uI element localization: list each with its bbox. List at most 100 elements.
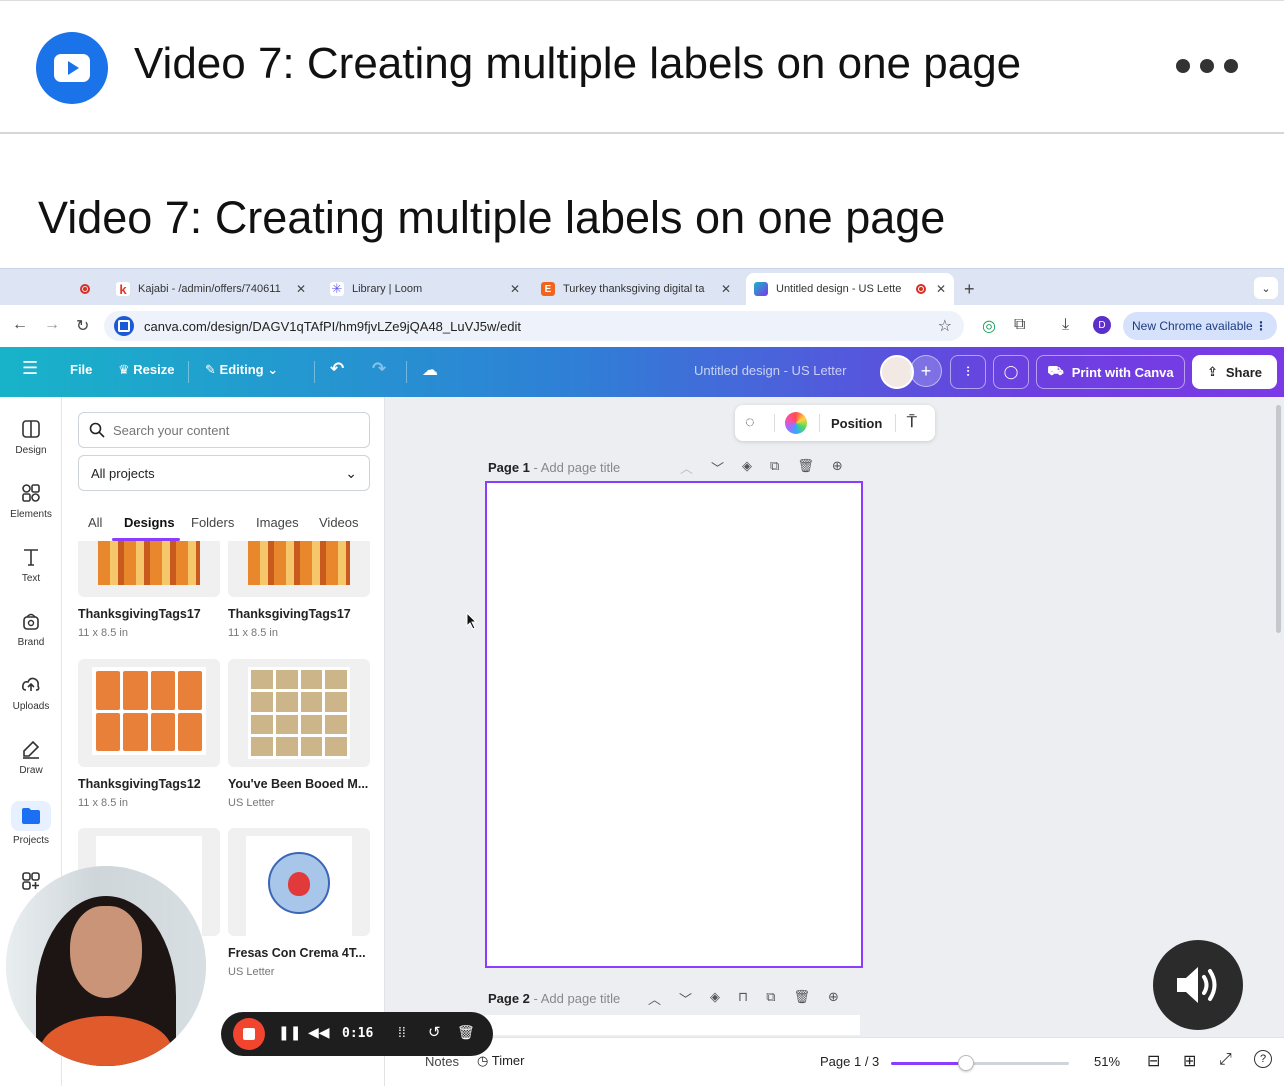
kebab-menu-icon[interactable]: ⋮ <box>1255 319 1267 333</box>
project-filter-select[interactable]: All projects ⌄ <box>78 455 370 491</box>
chevron-up-icon[interactable]: ︿ <box>648 989 661 1008</box>
canvas-scrollbar[interactable] <box>1276 405 1281 633</box>
restart-icon[interactable]: ↺ <box>428 1023 441 1041</box>
resize-button[interactable]: ♛ Resize <box>118 362 174 378</box>
thumbnails-icon[interactable]: ⊞ <box>1183 1051 1196 1071</box>
design-card[interactable]: Fresas Con Crema 4T... US Letter <box>228 828 370 978</box>
file-menu[interactable]: File <box>70 362 92 377</box>
tab-folders[interactable]: Folders <box>191 515 234 530</box>
puzzle-icon[interactable]: ⧉ <box>1014 316 1025 334</box>
close-icon[interactable]: ✕ <box>510 282 520 296</box>
design-card[interactable]: You've Been Booed M... US Letter <box>228 659 370 809</box>
cloud-saved-icon[interactable]: ☁ <box>422 360 438 380</box>
add-page-icon[interactable]: ⊕ <box>828 989 839 1008</box>
tab-images[interactable]: Images <box>256 515 299 530</box>
tab-canva[interactable]: Untitled design - US Lette ✕ <box>746 273 954 305</box>
chrome-update-button[interactable]: New Chrome available ⋮ <box>1123 312 1277 340</box>
rail-text[interactable]: Text <box>0 547 62 584</box>
tab-bar: k Kajabi - /admin/offers/740611 ✕ ✳ Libr… <box>0 269 1284 305</box>
more-horizontal-icon[interactable] <box>1176 59 1238 73</box>
design-thumbnail <box>78 541 220 597</box>
close-icon[interactable]: ✕ <box>296 282 306 296</box>
trash-icon[interactable]: 🗑 <box>793 989 810 1008</box>
comment-icon[interactable]: ◯ <box>993 355 1029 389</box>
color-wheel-icon[interactable] <box>785 412 807 434</box>
collaborator-avatar[interactable] <box>880 355 914 389</box>
duplicate-icon[interactable]: ⧉ <box>770 458 779 477</box>
notes-button[interactable]: Notes <box>425 1054 459 1069</box>
redo-icon[interactable]: ↷ <box>372 359 386 379</box>
rail-elements[interactable]: Elements <box>0 483 62 520</box>
share-button[interactable]: ⇪ Share <box>1192 355 1277 389</box>
rewind-icon[interactable]: ◀◀ <box>308 1024 330 1041</box>
trash-icon[interactable]: 🗑 <box>797 458 814 477</box>
fullscreen-icon[interactable]: ⤢ <box>1219 1051 1232 1069</box>
tab-etsy[interactable]: E Turkey thanksgiving digital ta ✕ <box>541 275 735 303</box>
timer-button[interactable]: ◷ Timer <box>477 1053 524 1069</box>
hide-icon[interactable]: ◈ <box>742 458 752 477</box>
page-indicator[interactable]: Page 1 / 3 <box>820 1054 879 1069</box>
search-input[interactable] <box>113 422 353 438</box>
search-box[interactable] <box>78 412 370 448</box>
zoom-slider-handle[interactable] <box>957 1055 974 1071</box>
add-page-icon[interactable]: ⊕ <box>832 458 843 477</box>
chevron-down-icon[interactable]: ﹀ <box>679 989 692 1008</box>
hide-icon[interactable]: ◈ <box>710 989 720 1008</box>
tab-kajabi[interactable]: k Kajabi - /admin/offers/740611 ✕ <box>116 275 311 303</box>
chevron-down-icon[interactable]: ⌄ <box>1254 277 1278 299</box>
duplicate-icon[interactable]: ⧉ <box>766 989 775 1008</box>
rail-brand[interactable]: Brand <box>0 611 62 648</box>
undo-icon[interactable]: ↶ <box>330 359 344 379</box>
design-card[interactable]: ThanksgivingTags17 11 x 8.5 in <box>228 541 370 639</box>
new-tab-icon[interactable]: + <box>964 275 975 303</box>
url-field[interactable]: canva.com/design/DAGV1qTAfPI/hm9fjvLZe9j… <box>104 311 964 341</box>
zoom-slider[interactable] <box>891 1055 1069 1071</box>
tab-videos[interactable]: Videos <box>319 515 359 530</box>
rail-draw[interactable]: Draw <box>0 739 62 776</box>
page-2-header[interactable]: Page 2 - Add page title <box>488 991 620 1006</box>
chevron-down-icon[interactable]: ﹀ <box>711 458 724 477</box>
back-icon[interactable]: ← <box>12 316 28 334</box>
stop-recording-button[interactable] <box>233 1018 265 1050</box>
print-with-canva-button[interactable]: ⛟ Print with Canva <box>1036 355 1185 389</box>
design-card[interactable]: ThanksgivingTags17 11 x 8.5 in <box>78 541 220 639</box>
lock-icon[interactable]: ⊓ <box>738 989 748 1008</box>
pause-icon[interactable]: ❚❚ <box>278 1024 301 1041</box>
comment-add-icon[interactable]: ◌ <box>745 414 755 432</box>
editing-mode-button[interactable]: ✎ Editing ⌄ <box>205 362 278 378</box>
drag-handle-icon[interactable]: ⁞⁞ <box>398 1024 406 1040</box>
trash-icon[interactable]: 🗑 <box>457 1024 475 1041</box>
close-icon[interactable]: ✕ <box>936 282 946 296</box>
chevron-up-icon[interactable]: ︿ <box>680 458 693 477</box>
volume-button[interactable] <box>1153 940 1243 1030</box>
design-title[interactable]: Untitled design - US Letter <box>694 363 846 378</box>
webcam-bubble[interactable] <box>6 866 206 1066</box>
rail-uploads[interactable]: Uploads <box>0 675 62 712</box>
bookmark-star-icon[interactable]: ☆ <box>938 316 952 336</box>
page-1-artboard[interactable] <box>485 481 863 968</box>
grid-view-icon[interactable]: ⊟ <box>1147 1051 1160 1071</box>
tab-designs[interactable]: Designs <box>124 515 175 530</box>
rail-projects[interactable]: Projects <box>0 801 62 846</box>
add-collaborator-icon[interactable]: + <box>910 355 942 387</box>
profile-avatar[interactable]: D <box>1093 316 1111 334</box>
extension-icon[interactable]: ◎ <box>982 316 996 336</box>
page-2-artboard[interactable] <box>485 1015 860 1035</box>
close-icon[interactable]: ✕ <box>721 282 731 296</box>
site-info-icon[interactable] <box>114 316 134 336</box>
rail-design[interactable]: Design <box>0 419 62 456</box>
tab-all[interactable]: All <box>88 515 102 530</box>
play-icon[interactable] <box>36 32 108 104</box>
reload-icon[interactable]: ↻ <box>76 316 89 336</box>
position-button[interactable]: Position <box>831 416 882 431</box>
paint-roller-icon[interactable]: ⍑ <box>907 414 917 432</box>
zoom-level[interactable]: 51% <box>1094 1054 1120 1069</box>
page-1-header[interactable]: Page 1 - Add page title <box>488 460 620 475</box>
design-card[interactable]: ThanksgivingTags12 11 x 8.5 in <box>78 659 220 809</box>
download-icon[interactable]: ⤓ <box>1062 316 1069 334</box>
forward-icon[interactable]: → <box>44 316 60 334</box>
insights-icon[interactable]: ⫶ <box>950 355 986 389</box>
menu-icon[interactable]: ☰ <box>22 358 38 379</box>
help-icon[interactable]: ? <box>1254 1050 1272 1068</box>
tab-loom[interactable]: ✳ Library | Loom ✕ <box>330 275 522 303</box>
